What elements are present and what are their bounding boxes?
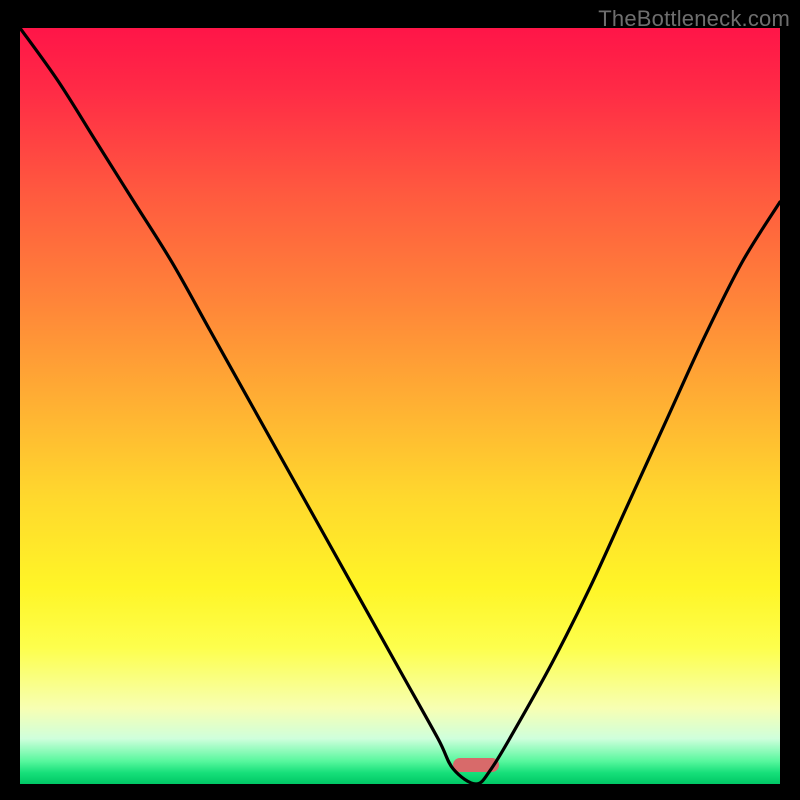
plot-area [20,28,780,784]
gradient-background [20,28,780,784]
optimal-marker [453,758,499,772]
watermark-text: TheBottleneck.com [598,6,790,32]
chart-container: TheBottleneck.com [0,0,800,800]
